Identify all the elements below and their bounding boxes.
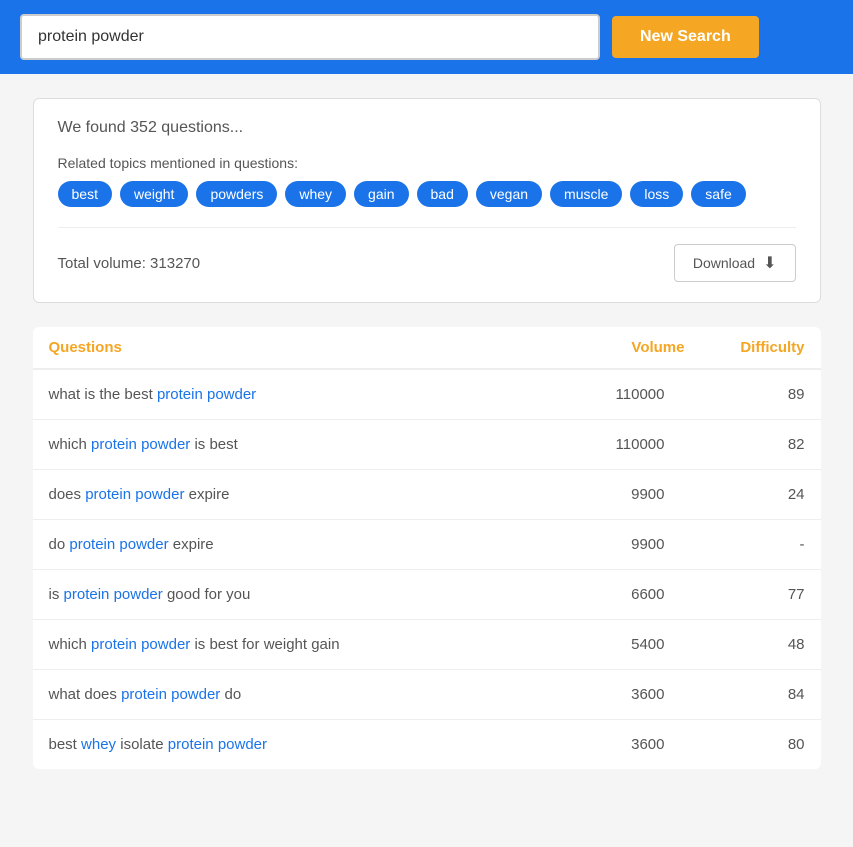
difficulty-value: 82: [685, 436, 805, 453]
difficulty-value: 80: [685, 736, 805, 753]
question-text: do protein powder expire: [49, 536, 565, 553]
topic-tag[interactable]: safe: [691, 181, 745, 207]
difficulty-value: 48: [685, 636, 805, 653]
topic-tag[interactable]: bad: [417, 181, 468, 207]
download-label: Download: [693, 255, 755, 271]
col-volume-label: Volume: [565, 339, 685, 356]
volume-value: 6600: [565, 586, 685, 603]
table-header: Questions Volume Difficulty: [33, 327, 821, 370]
table-body: what is the best protein powder11000089w…: [33, 370, 821, 769]
related-topics-label: Related topics mentioned in questions:: [58, 155, 796, 171]
topic-tag[interactable]: powders: [196, 181, 277, 207]
table-row[interactable]: does protein powder expire990024: [33, 470, 821, 520]
results-count: We found 352 questions...: [58, 119, 796, 137]
difficulty-value: -: [685, 536, 805, 553]
table-row[interactable]: is protein powder good for you660077: [33, 570, 821, 620]
col-difficulty-label: Difficulty: [685, 339, 805, 356]
questions-table: Questions Volume Difficulty what is the …: [33, 327, 821, 769]
question-text: what does protein powder do: [49, 686, 565, 703]
table-row[interactable]: which protein powder is best11000082: [33, 420, 821, 470]
difficulty-value: 24: [685, 486, 805, 503]
volume-value: 9900: [565, 536, 685, 553]
difficulty-value: 84: [685, 686, 805, 703]
volume-value: 110000: [565, 436, 685, 453]
volume-value: 110000: [565, 386, 685, 403]
results-card: We found 352 questions... Related topics…: [33, 98, 821, 303]
volume-value: 9900: [565, 486, 685, 503]
col-questions-label: Questions: [49, 339, 565, 356]
topic-tag[interactable]: muscle: [550, 181, 622, 207]
question-text: what is the best protein powder: [49, 386, 565, 403]
question-text: which protein powder is best: [49, 436, 565, 453]
table-row[interactable]: what is the best protein powder11000089: [33, 370, 821, 420]
volume-value: 3600: [565, 686, 685, 703]
table-row[interactable]: best whey isolate protein powder360080: [33, 720, 821, 769]
header: New Search: [0, 0, 853, 74]
topic-tag[interactable]: loss: [630, 181, 683, 207]
download-icon: ⬇: [763, 253, 776, 273]
volume-value: 5400: [565, 636, 685, 653]
total-volume: Total volume: 313270: [58, 255, 201, 272]
question-text: does protein powder expire: [49, 486, 565, 503]
new-search-button[interactable]: New Search: [612, 16, 759, 58]
question-text: which protein powder is best for weight …: [49, 636, 565, 653]
download-button[interactable]: Download ⬇: [674, 244, 796, 282]
topic-tag[interactable]: best: [58, 181, 112, 207]
main-content: We found 352 questions... Related topics…: [17, 98, 837, 769]
difficulty-value: 77: [685, 586, 805, 603]
volume-value: 3600: [565, 736, 685, 753]
tags-container: best weight powders whey gainbad vegan musclel…: [58, 181, 796, 207]
table-row[interactable]: which protein powder is best for weight …: [33, 620, 821, 670]
difficulty-value: 89: [685, 386, 805, 403]
question-text: is protein powder good for you: [49, 586, 565, 603]
volume-row: Total volume: 313270 Download ⬇: [58, 227, 796, 282]
topic-tag[interactable]: weight: [120, 181, 188, 207]
table-row[interactable]: do protein powder expire9900-: [33, 520, 821, 570]
search-input[interactable]: [20, 14, 600, 60]
topic-tag[interactable]: vegan: [476, 181, 542, 207]
table-row[interactable]: what does protein powder do360084: [33, 670, 821, 720]
topic-tag[interactable]: gain: [354, 181, 408, 207]
question-text: best whey isolate protein powder: [49, 736, 565, 753]
topic-tag[interactable]: whey: [285, 181, 346, 207]
